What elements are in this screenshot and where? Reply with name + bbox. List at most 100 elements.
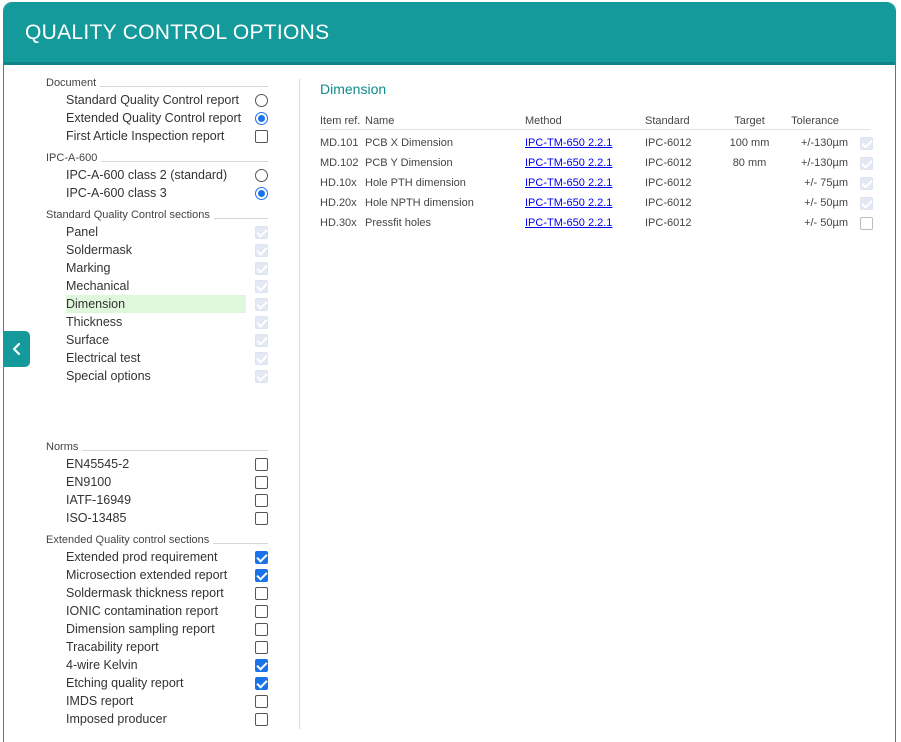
section-document: Document Standard Quality Control report E… [46,76,268,145]
option-first-article-inspection-report[interactable]: First Article Inspection report [46,127,268,145]
method-link[interactable]: IPC-TM-650 2.2.1 [525,157,612,169]
option-label: Tracability report [66,640,159,654]
option-microsection-extended-report[interactable]: Microsection extended report [46,566,268,584]
option-label: Marking [66,261,111,275]
option-panel[interactable]: Panel [46,223,268,241]
cell-target [717,213,782,233]
option-label: Microsection extended report [66,568,228,582]
option-standard-quality-control-report[interactable]: Standard Quality Control report [46,91,268,109]
checkbox[interactable] [255,677,268,690]
option-iatf-16949[interactable]: IATF-16949 [46,491,268,509]
section-standard-quality-control-sections: Standard Quality Control sections Panel So… [46,208,268,385]
method-link[interactable]: IPC-TM-650 2.2.1 [525,217,612,229]
cell-standard: IPC-6012 [645,197,692,209]
checkbox[interactable] [255,587,268,600]
table-row: HD.20x Hole NPTH dimension IPC-TM-650 2.2.… [320,193,873,213]
option-soldermask-thickness-report[interactable]: Soldermask thickness report [46,584,268,602]
detail-panel: Dimension Item ref. Name Method Standard… [320,80,873,233]
option-label: Extended Quality Control report [66,111,242,125]
option-en9100[interactable]: EN9100 [46,473,268,491]
checkbox[interactable] [255,512,268,525]
checkbox[interactable] [255,605,268,618]
option-extended-quality-control-report[interactable]: Extended Quality Control report [46,109,268,127]
option-dimension-sampling-report[interactable]: Dimension sampling report [46,620,268,638]
option-electrical-test[interactable]: Electrical test [46,349,268,367]
option-label: Imposed producer [66,712,167,726]
checkbox [255,316,268,329]
cell-tolerance: +/- 75µm [804,177,848,189]
cell-method: IPC-TM-650 2.2.1 [525,213,645,233]
option-label: EN9100 [66,475,112,489]
checkbox[interactable] [255,623,268,636]
row-checkbox [860,217,873,230]
section-title-label: IPC-A-600 [46,152,102,164]
col-target: Target [717,113,782,130]
options-panel: Document Standard Quality Control report E… [46,76,268,728]
option-ionic-contamination-report[interactable]: IONIC contamination report [46,602,268,620]
collapse-panel-button[interactable] [3,331,30,367]
section-title-label: Document [46,77,101,89]
checkbox[interactable] [255,476,268,489]
option-surface[interactable]: Surface [46,331,268,349]
section-title: IPC-A-600 [46,151,268,166]
table-row: HD.30x Pressfit holes IPC-TM-650 2.2.1 IPC-… [320,213,873,233]
section-title-label: Norms [46,441,83,453]
option-thickness[interactable]: Thickness [46,313,268,331]
option-label: Electrical test [66,351,141,365]
table-row: HD.10x Hole PTH dimension IPC-TM-650 2.2.1… [320,173,873,193]
radio-button[interactable] [255,112,268,125]
method-link[interactable]: IPC-TM-650 2.2.1 [525,197,612,209]
cell-target: 100 mm [729,137,770,150]
checkbox [255,280,268,293]
checkbox [255,226,268,239]
option-label: Etching quality report [66,676,184,690]
checkbox[interactable] [255,494,268,507]
checkbox[interactable] [255,130,268,143]
col-method: Method [525,113,645,130]
method-link[interactable]: IPC-TM-650 2.2.1 [525,137,612,149]
option-ipc-a-600-class-3[interactable]: IPC-A-600 class 3 [46,184,268,202]
option-label: Standard Quality Control report [66,93,240,107]
method-link[interactable]: IPC-TM-650 2.2.1 [525,177,612,189]
option-imposed-producer[interactable]: Imposed producer [46,710,268,728]
section-extended-quality-control-sections: Extended Quality control sections Extende… [46,533,268,728]
option-iso-13485[interactable]: ISO-13485 [46,509,268,527]
option-mechanical[interactable]: Mechanical [46,277,268,295]
option-ipc-a-600-class-2-standard[interactable]: IPC-A-600 class 2 (standard) [46,166,268,184]
option-marking[interactable]: Marking [46,259,268,277]
checkbox[interactable] [255,458,268,471]
option-label: IMDS report [66,694,134,708]
option-extended-prod-requirement[interactable]: Extended prod requirement [46,548,268,566]
col-select [850,113,870,130]
section-norms: Norms EN45545-2 EN9100 IATF-16949 ISO-13485 [46,440,268,527]
checkbox[interactable] [255,641,268,654]
cell-method: IPC-TM-650 2.2.1 [525,193,645,213]
col-tolerance: Tolerance [782,113,850,130]
option-4-wire-kelvin[interactable]: 4-wire Kelvin [46,656,268,674]
checkbox[interactable] [255,551,268,564]
col-standard: Standard [645,113,717,130]
checkbox[interactable] [255,569,268,582]
table-row: MD.102 PCB Y Dimension IPC-TM-650 2.2.1 IPC… [320,153,873,173]
option-soldermask[interactable]: Soldermask [46,241,268,259]
row-checkbox [860,137,873,151]
checkbox[interactable] [255,695,268,708]
cell-select [850,213,873,233]
option-label: 4-wire Kelvin [66,658,138,672]
radio-button[interactable] [255,94,268,107]
option-special-options[interactable]: Special options [46,367,268,385]
cell-tolerance: +/- 50µm [804,217,848,229]
checkbox[interactable] [255,659,268,672]
checkbox[interactable] [255,713,268,726]
checkbox [255,244,268,257]
panel-divider [299,79,300,729]
option-label: Mechanical [66,279,130,293]
option-imds-report[interactable]: IMDS report [46,692,268,710]
radio-button[interactable] [255,187,268,200]
option-label: Soldermask [66,243,132,257]
option-etching-quality-report[interactable]: Etching quality report [46,674,268,692]
radio-button[interactable] [255,169,268,182]
option-dimension[interactable]: Dimension [46,295,268,313]
option-en45545-2[interactable]: EN45545-2 [46,455,268,473]
option-tracability-report[interactable]: Tracability report [46,638,268,656]
